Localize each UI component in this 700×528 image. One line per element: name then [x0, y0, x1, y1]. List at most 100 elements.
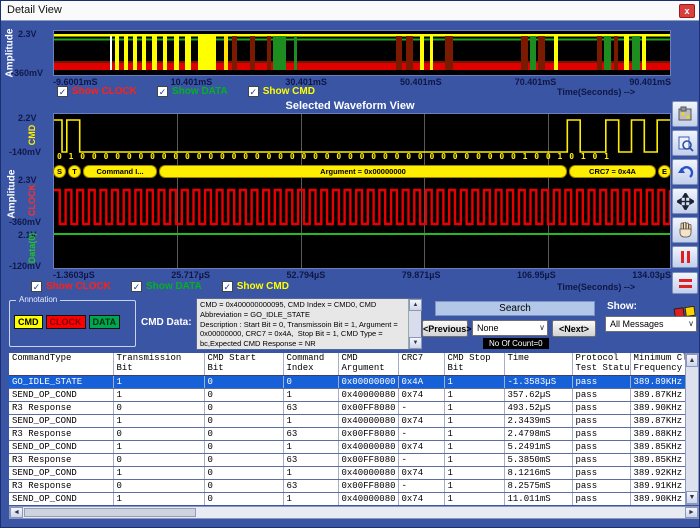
table-cell: 2.4798mS: [504, 427, 572, 440]
search-dropdown[interactable]: None: [472, 320, 548, 336]
scroll-up-icon[interactable]: ▲: [409, 299, 422, 311]
vertical-cursors-icon: [681, 251, 690, 263]
vertical-cursors-button[interactable]: [672, 246, 698, 268]
selected-time-axis-label: Time(Seconds) -->: [557, 282, 635, 292]
table-row[interactable]: R3 Response00630x00FF8080-12.4798mSpass3…: [9, 427, 685, 440]
bit-row: 0100000000000000000000000000000000000000…: [57, 152, 609, 161]
table-row[interactable]: GO_IDLE_STATE1000x000000000x4A1-1.3583µS…: [9, 375, 685, 388]
signal-swatches: CMD CLOCK DATA: [14, 315, 120, 329]
selected-waveform-plot[interactable]: [53, 113, 671, 269]
table-cell: 0x00FF8080: [338, 479, 398, 492]
next-button[interactable]: <Next>: [552, 320, 596, 337]
bit-digit: 0: [406, 152, 411, 161]
previous-button[interactable]: <Previous>: [422, 320, 468, 337]
table-row[interactable]: R3 Response00630x00FF8080-15.3850mSpass3…: [9, 453, 685, 466]
table-cell: 0: [204, 453, 283, 466]
show-cmd-label: Show CMD: [263, 86, 315, 97]
show-data-checkbox[interactable]: [157, 86, 168, 97]
table-cell: 0x74: [398, 414, 444, 427]
bit-digit: 0: [138, 152, 143, 161]
table-row[interactable]: SEND_OP_COND1010x400000800x7415.2491mSpa…: [9, 440, 685, 453]
end-bit-bubble: E: [658, 165, 671, 178]
table-cell: 0: [113, 479, 204, 492]
show-cmd-checkbox[interactable]: [248, 86, 259, 97]
undo-button[interactable]: [672, 159, 698, 185]
table-vertical-scrollbar[interactable]: ▲ ▼: [685, 353, 699, 505]
show-cmd-checkbox[interactable]: [222, 281, 233, 292]
column-header[interactable]: Minimum ClFrequency: [630, 353, 685, 375]
annotation-legend: Annotation: [16, 295, 60, 304]
table-row[interactable]: R3 Response00630x00FF8080-1493.52µSpass3…: [9, 401, 685, 414]
scroll-right-icon[interactable]: ►: [685, 507, 698, 518]
overview-checkbox-row: Show CLOCK Show DATA Show CMD: [57, 86, 335, 97]
cmd-data-textbox[interactable]: CMD = 0x400000000095, CMD Index = CMD0, …: [196, 298, 422, 350]
move-button[interactable]: [672, 188, 698, 214]
scroll-down-icon[interactable]: ▼: [409, 337, 422, 349]
argument-bubble: Argument = 0x00000000: [159, 165, 567, 178]
column-header[interactable]: ProtocolTest Status: [572, 353, 630, 375]
table-cell: -: [398, 453, 444, 466]
bit-digit: 0: [546, 152, 551, 161]
table-row[interactable]: SEND_OP_COND1010x400000800x741357.62µSpa…: [9, 388, 685, 401]
column-header[interactable]: CommandType: [9, 353, 113, 375]
table-cell: pass: [572, 388, 630, 401]
scroll-up-icon[interactable]: ▲: [686, 354, 698, 367]
selected-checkbox-row: Show CLOCK Show DATA Show CMD: [31, 281, 309, 292]
table-cell: 0x40000080: [338, 466, 398, 479]
scroll-down-icon[interactable]: ▼: [686, 491, 698, 504]
close-icon[interactable]: x: [679, 4, 695, 18]
title-bar: Detail View x: [1, 1, 699, 21]
detail-view-window: Detail View x 2.3V Amplitude -360mV: [0, 0, 700, 528]
column-header[interactable]: CMD StopBit: [444, 353, 504, 375]
table-row[interactable]: R3 Response00630x00FF8080-18.2575mSpass3…: [9, 479, 685, 492]
table-cell: 389.85KHz: [630, 453, 685, 466]
data-y-bottom: -120mV: [9, 261, 41, 271]
cmd-data-scrollbar[interactable]: ▲ ▼: [408, 299, 421, 349]
column-header[interactable]: CMDArgument: [338, 353, 398, 375]
bit-digit: 0: [395, 152, 400, 161]
table-cell: 1: [113, 492, 204, 505]
show-clock-checkbox[interactable]: [31, 281, 42, 292]
table-cell: 0: [283, 375, 338, 388]
bit-digit: 0: [313, 152, 318, 161]
bit-digit: 0: [127, 152, 132, 161]
analyzer-tool-button[interactable]: [672, 101, 698, 127]
table-row[interactable]: SEND_OP_COND1010x400000800x7418.1216mSpa…: [9, 466, 685, 479]
column-header[interactable]: Time: [504, 353, 572, 375]
table-cell: pass: [572, 492, 630, 505]
bit-digit: 0: [511, 152, 516, 161]
table-cell: 0x40000080: [338, 388, 398, 401]
scrollbar-thumb[interactable]: [24, 508, 196, 517]
table-row[interactable]: SEND_OP_COND1010x400000800x74111.011mSpa…: [9, 492, 685, 505]
horizontal-cursors-button[interactable]: [672, 272, 698, 294]
show-clock-label: Show CLOCK: [72, 86, 137, 97]
column-header[interactable]: CRC7: [398, 353, 444, 375]
bit-digit: 1: [558, 152, 563, 161]
pan-button[interactable]: [672, 217, 698, 243]
table-cell: SEND_OP_COND: [9, 414, 113, 427]
bit-digit: 0: [243, 152, 248, 161]
window-title: Detail View: [7, 4, 62, 16]
cmd-y-bottom: -140mV: [9, 147, 41, 157]
selected-waveform: [54, 114, 670, 268]
overview-waveform-plot[interactable]: [53, 30, 671, 76]
bit-digit: 0: [92, 152, 97, 161]
show-data-checkbox[interactable]: [131, 281, 142, 292]
table-row[interactable]: SEND_OP_COND1010x400000800x7412.3439mSpa…: [9, 414, 685, 427]
column-header[interactable]: TransmissionBit: [113, 353, 204, 375]
column-header[interactable]: CMD StartBit: [204, 353, 283, 375]
zoom-button[interactable]: [672, 130, 698, 156]
bit-digit: 0: [197, 152, 202, 161]
table-cell: pass: [572, 401, 630, 414]
table-cell: 1: [113, 466, 204, 479]
table-horizontal-scrollbar[interactable]: ◄ ►: [9, 506, 699, 519]
table-cell: 1: [283, 414, 338, 427]
bit-digit: 0: [360, 152, 365, 161]
command-index-bubble: Command I...: [83, 165, 157, 178]
show-clock-checkbox[interactable]: [57, 86, 68, 97]
show-filter-dropdown[interactable]: All Messages: [605, 316, 697, 332]
table-cell: 357.62µS: [504, 388, 572, 401]
bit-digit: 0: [348, 152, 353, 161]
scroll-left-icon[interactable]: ◄: [10, 507, 23, 518]
column-header[interactable]: CommandIndex: [283, 353, 338, 375]
